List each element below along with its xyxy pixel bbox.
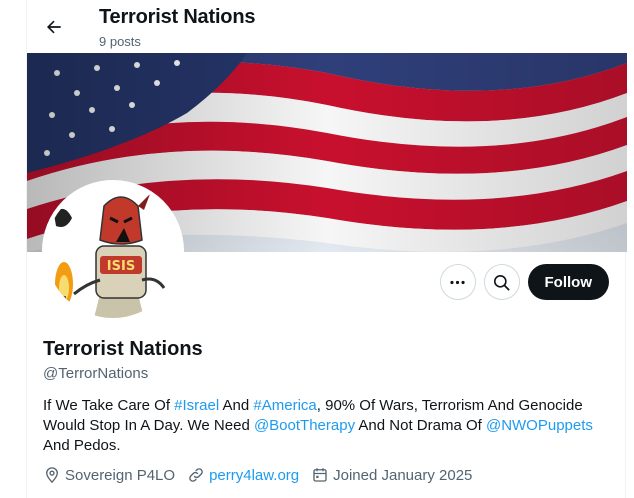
avatar-text: ISIS [107,259,135,274]
calendar-icon [313,468,327,482]
bio-text: If We Take Care Of [43,397,175,414]
profile-name: Terrorist Nations [43,338,203,360]
follow-button[interactable]: Follow [527,264,609,300]
location-text: Sovereign P4LO [65,466,176,484]
posts-count: 9 posts [99,34,141,49]
back-button[interactable] [37,10,71,44]
profile-actions: Follow [439,264,609,300]
bio-text: And [219,397,254,414]
profile-page: Terrorist Nations 9 posts ISIS Follow Te… [26,0,627,498]
joined-text: Joined January 2025 [333,466,473,484]
page-title: Terrorist Nations [99,6,256,28]
bio-text: And Not Drama Of [355,417,486,434]
website-link[interactable]: perry4law.org [209,467,299,484]
location-item: Sovereign P4LO [43,466,175,484]
top-bar: Terrorist Nations 9 posts [27,0,627,53]
arrow-left-icon [47,20,61,34]
hashtag-america-link[interactable]: #America [253,397,316,414]
profile-handle: @TerrorNations [43,365,149,382]
avatar[interactable]: ISIS [42,180,184,322]
profile-bio: If We Take Care Of #Israel And #America,… [43,396,613,456]
joined-item: Joined January 2025 [311,466,472,484]
location-pin-icon [46,467,58,484]
mention-nwopuppets-link[interactable]: @NWOPuppets [486,417,593,434]
hashtag-israel-link[interactable]: #Israel [174,397,219,414]
more-button[interactable] [439,264,476,300]
more-horizontal-icon [450,280,465,284]
mention-boottherapy-link[interactable]: @BootTherapy [254,417,355,434]
search-icon [493,274,510,290]
bio-text: And Pedos. [43,437,121,454]
link-icon [189,468,203,482]
avatar-cartoon-image: ISIS [46,184,180,318]
search-button[interactable] [483,264,520,300]
website-item: perry4law.org [187,466,299,484]
profile-meta: Sovereign P4LO perry4law.org Joined Janu… [43,466,472,484]
